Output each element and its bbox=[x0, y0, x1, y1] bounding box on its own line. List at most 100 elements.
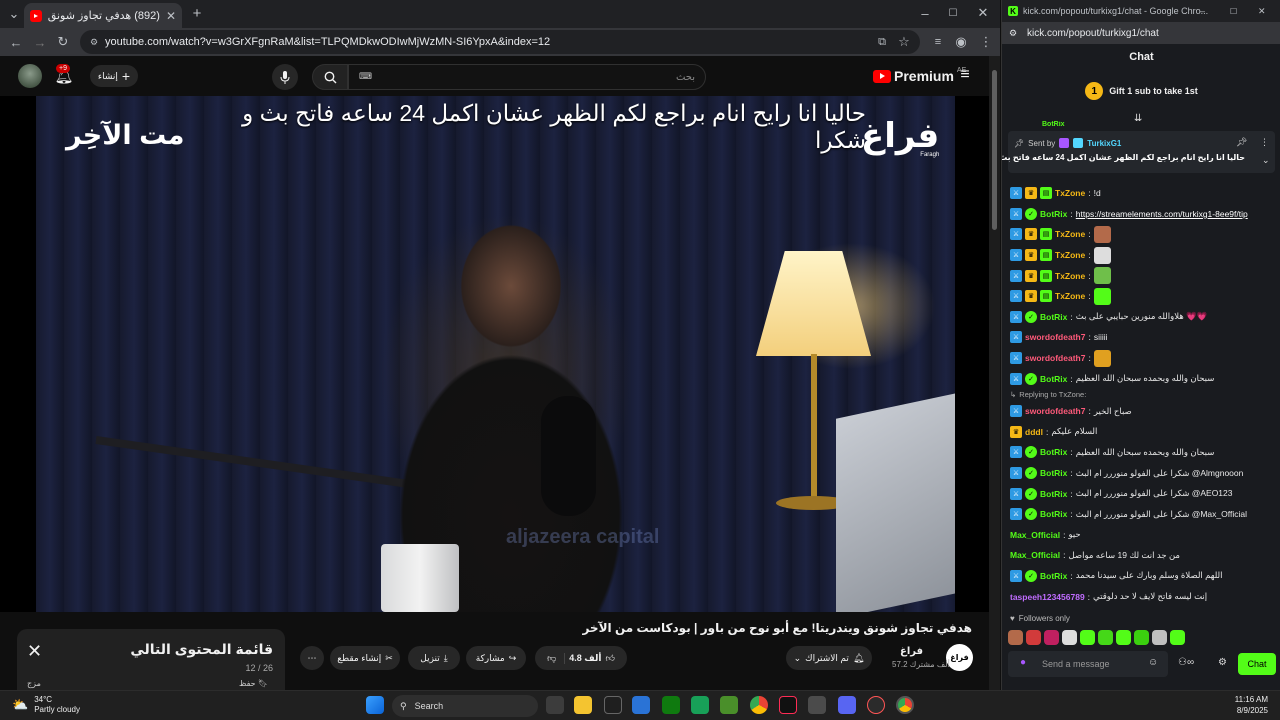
app-box-icon[interactable] bbox=[808, 696, 826, 714]
chat-username[interactable]: BotRix bbox=[1040, 571, 1067, 581]
chat-message-list[interactable]: ⚔ ♛ ▤ TxZone: !d ⚔ ✓ BotRix: https://streameleme… bbox=[1010, 183, 1272, 613]
kick-points-icon[interactable]: ⚇∞ bbox=[1178, 657, 1194, 668]
chat-message[interactable]: ⚔ swordofdeath7: siiiii bbox=[1010, 327, 1272, 348]
chat-message[interactable]: ⚔ ♛ ▤ TxZone: bbox=[1010, 224, 1272, 245]
new-tab-button[interactable]: + bbox=[189, 5, 205, 22]
chat-username[interactable]: TxZone bbox=[1055, 291, 1085, 301]
unpin-icon[interactable]: 📌︎ bbox=[1236, 137, 1247, 148]
chat-message[interactable]: ⚔ ♛ ▤ TxZone: !d bbox=[1010, 183, 1272, 204]
chat-link[interactable]: https://streamelements.com/turkixg1-8ee9… bbox=[1076, 209, 1248, 219]
emote-icon[interactable] bbox=[1062, 629, 1077, 645]
download-button[interactable]: تنزيل ⤓ bbox=[408, 646, 460, 670]
hamburger-menu-icon[interactable]: ≡ bbox=[956, 66, 974, 84]
channel-name[interactable]: فراغ bbox=[900, 646, 923, 657]
chat-message[interactable]: ⚔ ♛ ▤ TxZone: bbox=[1010, 265, 1272, 286]
create-button[interactable]: إنشاء + bbox=[90, 65, 138, 87]
emoji-icon[interactable]: ☺ bbox=[1148, 657, 1158, 668]
emote-icon[interactable] bbox=[1170, 629, 1185, 645]
minimize-icon[interactable]: – bbox=[918, 6, 932, 21]
chat-message[interactable]: ⚔ ✓ BotRix: https://streamelements.com/turk… bbox=[1010, 204, 1272, 225]
emote-icon[interactable] bbox=[1044, 629, 1059, 645]
chat-message[interactable]: ⚔ ✓ BotRix: اللهم الصلاة وسلم وبارك على سيد… bbox=[1010, 566, 1272, 587]
chat-message[interactable]: ⚔ ✓ BotRix: شكرا على الفولو منوررر ام البث … bbox=[1010, 504, 1272, 525]
chat-username[interactable]: Max_Official bbox=[1010, 530, 1060, 540]
chat-message-input[interactable]: ● Send a message ☺ bbox=[1008, 651, 1168, 677]
url-field[interactable]: youtube.com/watch?v=w3GrXFgnRaM&list=TLP… bbox=[80, 30, 920, 54]
chrome-icon[interactable] bbox=[750, 696, 768, 714]
youtube-premium-logo[interactable]: Premium AE bbox=[873, 67, 966, 84]
chat-username[interactable]: TxZone bbox=[1055, 188, 1085, 198]
voice-search-button[interactable] bbox=[272, 64, 298, 90]
back-icon[interactable]: ← bbox=[8, 34, 24, 50]
subscribed-button[interactable]: ⌄ تم الاشتراك 🔔︎ bbox=[786, 646, 872, 670]
xbox-icon[interactable] bbox=[662, 696, 680, 714]
chrome-active-icon[interactable] bbox=[896, 696, 914, 714]
emote-icon[interactable] bbox=[1008, 629, 1023, 645]
search-input[interactable]: ⌨ بحث bbox=[348, 64, 706, 90]
emote-icon[interactable] bbox=[1134, 629, 1149, 645]
chat-message[interactable]: ♛ dddl: السلام عليكم bbox=[1010, 422, 1272, 443]
more-actions-button[interactable]: ⋯ bbox=[300, 646, 324, 670]
chevron-down-icon[interactable]: ⌄ bbox=[1262, 155, 1270, 166]
file-explorer-icon[interactable] bbox=[574, 696, 592, 714]
chat-message[interactable]: ⚔ swordofdeath7: صباح الخير bbox=[1010, 401, 1272, 422]
minecraft-icon[interactable] bbox=[720, 696, 738, 714]
reply-indicator[interactable]: ↳ Replying to TxZone: bbox=[1010, 389, 1272, 401]
chat-message[interactable]: ⚔ ✓ BotRix: شكرا على الفولو منوررر ام البث … bbox=[1010, 483, 1272, 504]
reload-icon[interactable]: ↻ bbox=[55, 34, 71, 50]
kick-url-bar[interactable]: ⚙ kick.com/popout/turkixg1/chat bbox=[1002, 22, 1280, 44]
chat-username[interactable]: swordofdeath7 bbox=[1025, 406, 1085, 416]
tab-youtube[interactable]: (892) هدفي تجاوز شونق ويند ✕ bbox=[24, 3, 182, 28]
video-player[interactable]: aljazeera capital حاليا انا رايح انام بر… bbox=[36, 96, 955, 612]
chat-username[interactable]: BotRix bbox=[1040, 209, 1067, 219]
chat-message[interactable]: Max_Official: حيو bbox=[1010, 525, 1272, 546]
microphone-icon[interactable]: ● bbox=[1020, 657, 1026, 668]
maximize-icon[interactable]: ☐ bbox=[1230, 7, 1237, 16]
minimize-icon[interactable]: – bbox=[1200, 6, 1205, 16]
chat-message[interactable]: ⚔ ♛ ▤ TxZone: bbox=[1010, 245, 1272, 266]
start-windows-icon[interactable] bbox=[366, 696, 384, 714]
chat-settings-gear-icon[interactable]: ⚙ bbox=[1218, 657, 1227, 668]
share-button[interactable]: مشاركة ↪ bbox=[466, 646, 526, 670]
chat-username[interactable]: BotRix bbox=[1040, 374, 1067, 384]
playlist-save-button[interactable]: حفظ 🔖︎ bbox=[239, 679, 268, 688]
task-view-icon[interactable] bbox=[546, 696, 564, 714]
dislike-button[interactable]: 👎︎ bbox=[547, 652, 566, 664]
forward-icon[interactable]: → bbox=[32, 34, 48, 50]
tab-search-icon[interactable]: ⌄ bbox=[6, 6, 22, 22]
account-avatar[interactable] bbox=[18, 64, 42, 88]
weather-widget[interactable]: ⛅ 34°C Partly cloudy bbox=[12, 695, 80, 715]
playlist-mix-button[interactable]: مزج bbox=[27, 679, 41, 688]
emote-icon[interactable] bbox=[1080, 629, 1095, 645]
tiktok-icon[interactable] bbox=[779, 696, 797, 714]
chat-message[interactable]: taspeeh123456789: إنت ليسه فاتح لايف لا ح… bbox=[1010, 586, 1272, 607]
search-button[interactable] bbox=[312, 64, 348, 90]
app-green-icon[interactable] bbox=[691, 696, 709, 714]
taskbar-search[interactable]: ⚲ Search bbox=[392, 695, 538, 717]
emote-icon[interactable] bbox=[1116, 629, 1131, 645]
discord-icon[interactable] bbox=[838, 696, 856, 714]
emote-icon[interactable] bbox=[1152, 629, 1167, 645]
chat-username[interactable]: taspeeh123456789 bbox=[1010, 592, 1085, 602]
chat-message[interactable]: ⚔ ✓ BotRix: سبحان والله وبحمده سبحان الله ا… bbox=[1010, 368, 1272, 389]
playlist-close-icon[interactable]: ✕ bbox=[27, 641, 42, 662]
pinned-more-icon[interactable]: ⋮ bbox=[1260, 137, 1269, 148]
emote-icon[interactable] bbox=[1026, 629, 1041, 645]
chat-username[interactable]: swordofdeath7 bbox=[1025, 332, 1085, 342]
site-info-icon[interactable]: ⚙ bbox=[88, 36, 100, 48]
channel-avatar[interactable]: فراغ bbox=[946, 644, 973, 671]
chat-username[interactable]: BotRix bbox=[1040, 312, 1067, 322]
site-info-icon[interactable]: ⚙ bbox=[1009, 28, 1017, 39]
install-app-icon[interactable]: ⧉ bbox=[874, 34, 890, 50]
scrollbar-thumb[interactable] bbox=[992, 70, 997, 230]
chat-message[interactable]: Max_Official: من جد انت لك 19 ساعه مواصل bbox=[1010, 545, 1272, 566]
profile-avatar-icon[interactable]: ◉ bbox=[953, 34, 969, 50]
close-window-icon[interactable]: ✕ bbox=[976, 5, 990, 20]
browser-menu-icon[interactable]: ⋮ bbox=[978, 34, 994, 50]
send-chat-button[interactable]: Chat bbox=[1238, 653, 1276, 675]
close-window-icon[interactable]: ✕ bbox=[1258, 6, 1266, 17]
store-icon[interactable] bbox=[632, 696, 650, 714]
emote-icon[interactable] bbox=[1098, 629, 1113, 645]
app-icon[interactable] bbox=[604, 696, 622, 714]
keyboard-icon[interactable]: ⌨ bbox=[359, 71, 372, 82]
